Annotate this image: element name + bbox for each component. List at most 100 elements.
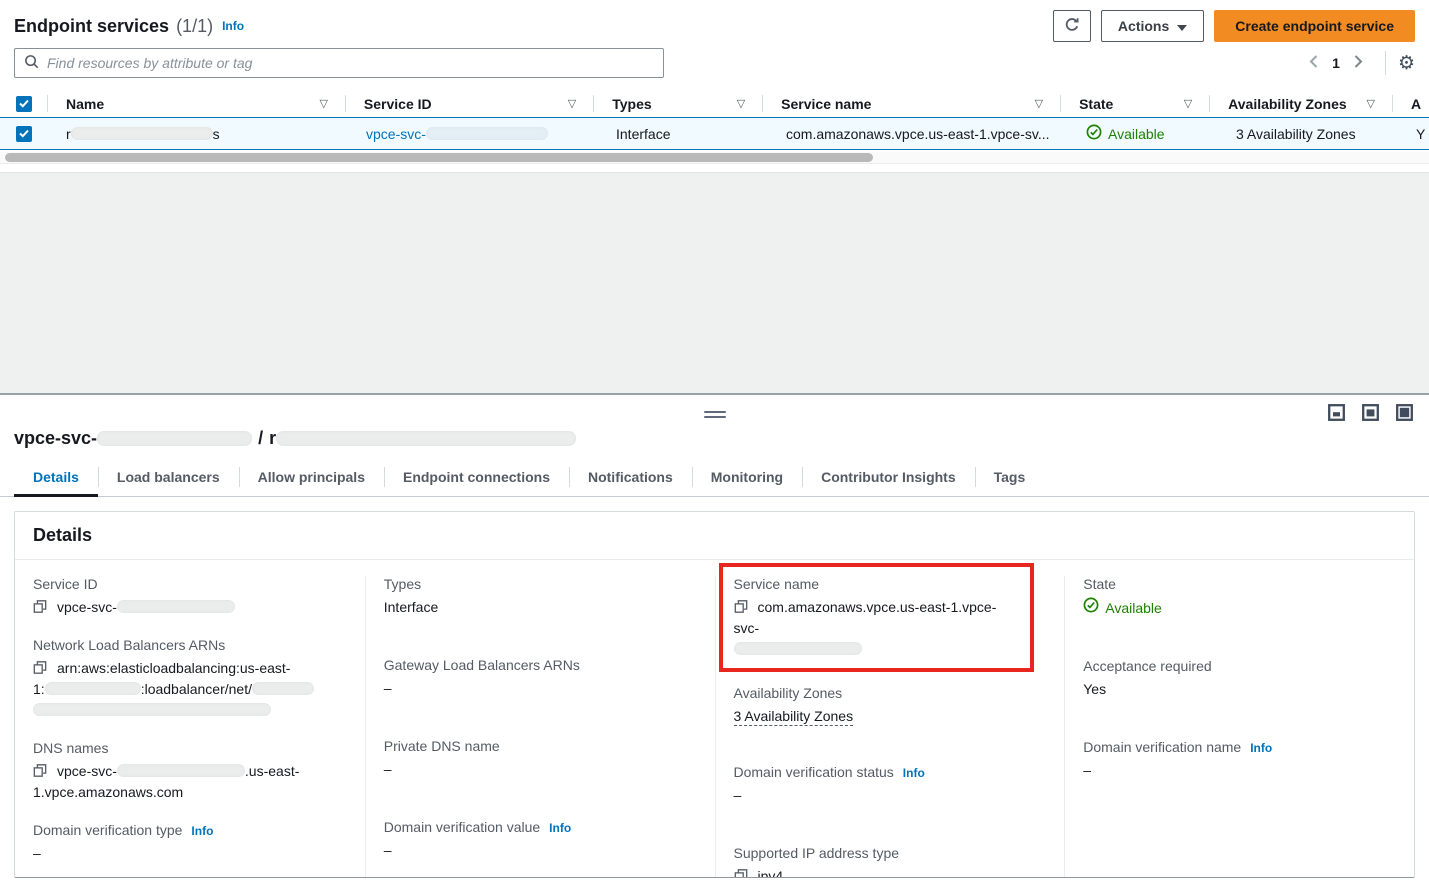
scrollbar-thumb[interactable]: [5, 153, 873, 162]
row-select-cell: [0, 126, 48, 142]
copy-icon[interactable]: [33, 660, 47, 675]
panel-size-large-button[interactable]: [1396, 404, 1413, 421]
previous-page-button[interactable]: [1301, 51, 1326, 75]
panel-size-small-button[interactable]: [1328, 404, 1345, 421]
column-header-acceptance[interactable]: A: [1393, 90, 1429, 117]
availability-zones-link[interactable]: 3 Availability Zones: [734, 708, 854, 726]
filter-icon[interactable]: ▽: [1184, 98, 1192, 109]
column-header-types[interactable]: Types ▽: [594, 90, 763, 117]
redacted-account-id: [45, 682, 141, 695]
field-label: DNS names: [33, 740, 347, 756]
service-id-value-prefix: vpce-svc-: [57, 599, 117, 615]
filter-icon[interactable]: ▽: [568, 98, 576, 109]
field-label: Supported IP address type: [734, 845, 1047, 861]
empty-value: –: [734, 785, 1047, 806]
state-label: Available: [1108, 126, 1165, 142]
tab-load-balancers[interactable]: Load balancers: [98, 459, 239, 496]
endpoint-services-table: Name ▽ Service ID ▽ Types ▽ Service name…: [0, 90, 1429, 164]
column-header-service-name[interactable]: Service name ▽: [763, 90, 1061, 117]
copy-icon[interactable]: [734, 599, 748, 614]
types-value: Interface: [384, 597, 697, 618]
nlb-arn-line1: arn:aws:elasticloadbalancing:us-east-: [57, 660, 290, 676]
search-input[interactable]: [47, 55, 654, 71]
row-service-name-cell: com.amazonaws.vpce.us-east-1.vpce-sv...: [768, 126, 1068, 142]
nlb-arn-line2-start: 1:: [33, 681, 45, 697]
column-header-name[interactable]: Name ▽: [48, 90, 346, 117]
tab-notifications[interactable]: Notifications: [569, 459, 692, 496]
info-link[interactable]: Info: [191, 824, 213, 838]
field-dns-names: DNS names vpce-svc-.us-east- 1.vpce.amaz…: [33, 740, 347, 803]
content-background: [0, 172, 1429, 393]
field-label: Service ID: [33, 576, 347, 592]
panel-tabs: Details Load balancers Allow principals …: [0, 459, 1429, 497]
column-header-state[interactable]: State ▽: [1061, 90, 1210, 117]
tab-details[interactable]: Details: [14, 459, 98, 496]
panel-small-icon: [1328, 409, 1345, 424]
redacted-arn-line3: [33, 703, 271, 716]
column-header-availability-zones[interactable]: Availability Zones ▽: [1210, 90, 1393, 117]
field-domain-verification-status: Domain verification statusInfo –: [734, 764, 1047, 806]
row-service-id-cell: vpce-svc-: [348, 126, 598, 142]
service-id-prefix: vpce-svc-: [366, 126, 426, 142]
dns-line2: 1.vpce.amazonaws.com: [33, 784, 183, 800]
empty-value: –: [384, 840, 697, 861]
refresh-button[interactable]: [1053, 10, 1091, 42]
info-link[interactable]: Info: [1250, 741, 1272, 755]
field-nlb-arns: Network Load Balancers ARNs arn:aws:elas…: [33, 637, 347, 721]
info-link[interactable]: Info: [903, 766, 925, 780]
row-checkbox[interactable]: [16, 126, 32, 142]
panel-drag-handle[interactable]: [704, 408, 726, 421]
field-label: Types: [384, 576, 697, 592]
field-label: Acceptance required: [1083, 658, 1396, 674]
table-row[interactable]: rs vpce-svc- Interface com.amazonaws.vpc…: [0, 117, 1429, 150]
filter-icon[interactable]: ▽: [737, 98, 745, 109]
field-glb-arns: Gateway Load Balancers ARNs –: [384, 657, 697, 699]
table-header-row: Name ▽ Service ID ▽ Types ▽ Service name…: [0, 90, 1429, 117]
check-circle-icon: [1086, 124, 1102, 143]
tab-monitoring[interactable]: Monitoring: [692, 459, 802, 496]
copy-icon[interactable]: [33, 763, 47, 778]
page-number[interactable]: 1: [1326, 55, 1346, 71]
next-page-button[interactable]: [1346, 51, 1371, 75]
panel-title: vpce-svc-/r: [0, 395, 1429, 459]
service-id-link[interactable]: vpce-svc-: [366, 126, 548, 142]
info-link[interactable]: Info: [549, 821, 571, 835]
field-private-dns: Private DNS name –: [384, 738, 697, 780]
row-availability-zones-cell: 3 Availability Zones: [1218, 126, 1402, 142]
filter-icon[interactable]: ▽: [1035, 98, 1043, 109]
redacted-title-id: [97, 431, 252, 446]
filter-icon[interactable]: ▽: [1367, 98, 1375, 109]
page-info-link[interactable]: Info: [222, 19, 244, 33]
details-grid: Service ID vpce-svc- Network Load Balanc…: [15, 560, 1414, 878]
page-title: Endpoint services: [14, 16, 169, 37]
field-domain-verification-value: Domain verification valueInfo –: [384, 819, 697, 861]
copy-icon[interactable]: [734, 868, 748, 878]
tab-endpoint-connections[interactable]: Endpoint connections: [384, 459, 569, 496]
row-name-suffix: s: [213, 126, 220, 142]
copy-icon[interactable]: [33, 599, 47, 614]
availability-zones-link[interactable]: 3 Availability Zones: [1236, 126, 1356, 142]
column-label: A: [1411, 96, 1421, 112]
field-acceptance-required: Acceptance required Yes: [1083, 658, 1396, 700]
column-header-service-id[interactable]: Service ID ▽: [346, 90, 594, 117]
search-box[interactable]: [14, 48, 664, 78]
tab-tags[interactable]: Tags: [975, 459, 1045, 496]
split-panel: vpce-svc-/r Details Load balancers Allow…: [0, 393, 1429, 878]
dns-prefix: vpce-svc-: [57, 763, 117, 779]
actions-button[interactable]: Actions: [1101, 10, 1204, 42]
select-all-checkbox[interactable]: [16, 96, 32, 112]
create-endpoint-service-button[interactable]: Create endpoint service: [1214, 10, 1415, 42]
field-service-name: Service name com.amazonaws.vpce.us-east-…: [734, 576, 1020, 660]
details-column-3: Service name com.amazonaws.vpce.us-east-…: [715, 576, 1065, 878]
table-toolbar: 1 ⚙: [0, 48, 1429, 90]
tab-contributor-insights[interactable]: Contributor Insights: [802, 459, 975, 496]
filter-icon[interactable]: ▽: [319, 98, 327, 109]
pagination: 1 ⚙: [1301, 51, 1415, 75]
details-column-4: State Available Acceptance: [1064, 576, 1414, 878]
panel-size-medium-button[interactable]: [1362, 404, 1379, 421]
chevron-left-icon: [1309, 55, 1318, 71]
tab-allow-principals[interactable]: Allow principals: [239, 459, 384, 496]
field-label: Private DNS name: [384, 738, 697, 754]
table-settings-button[interactable]: ⚙: [1398, 54, 1415, 73]
redacted-service-id-value: [117, 600, 235, 613]
